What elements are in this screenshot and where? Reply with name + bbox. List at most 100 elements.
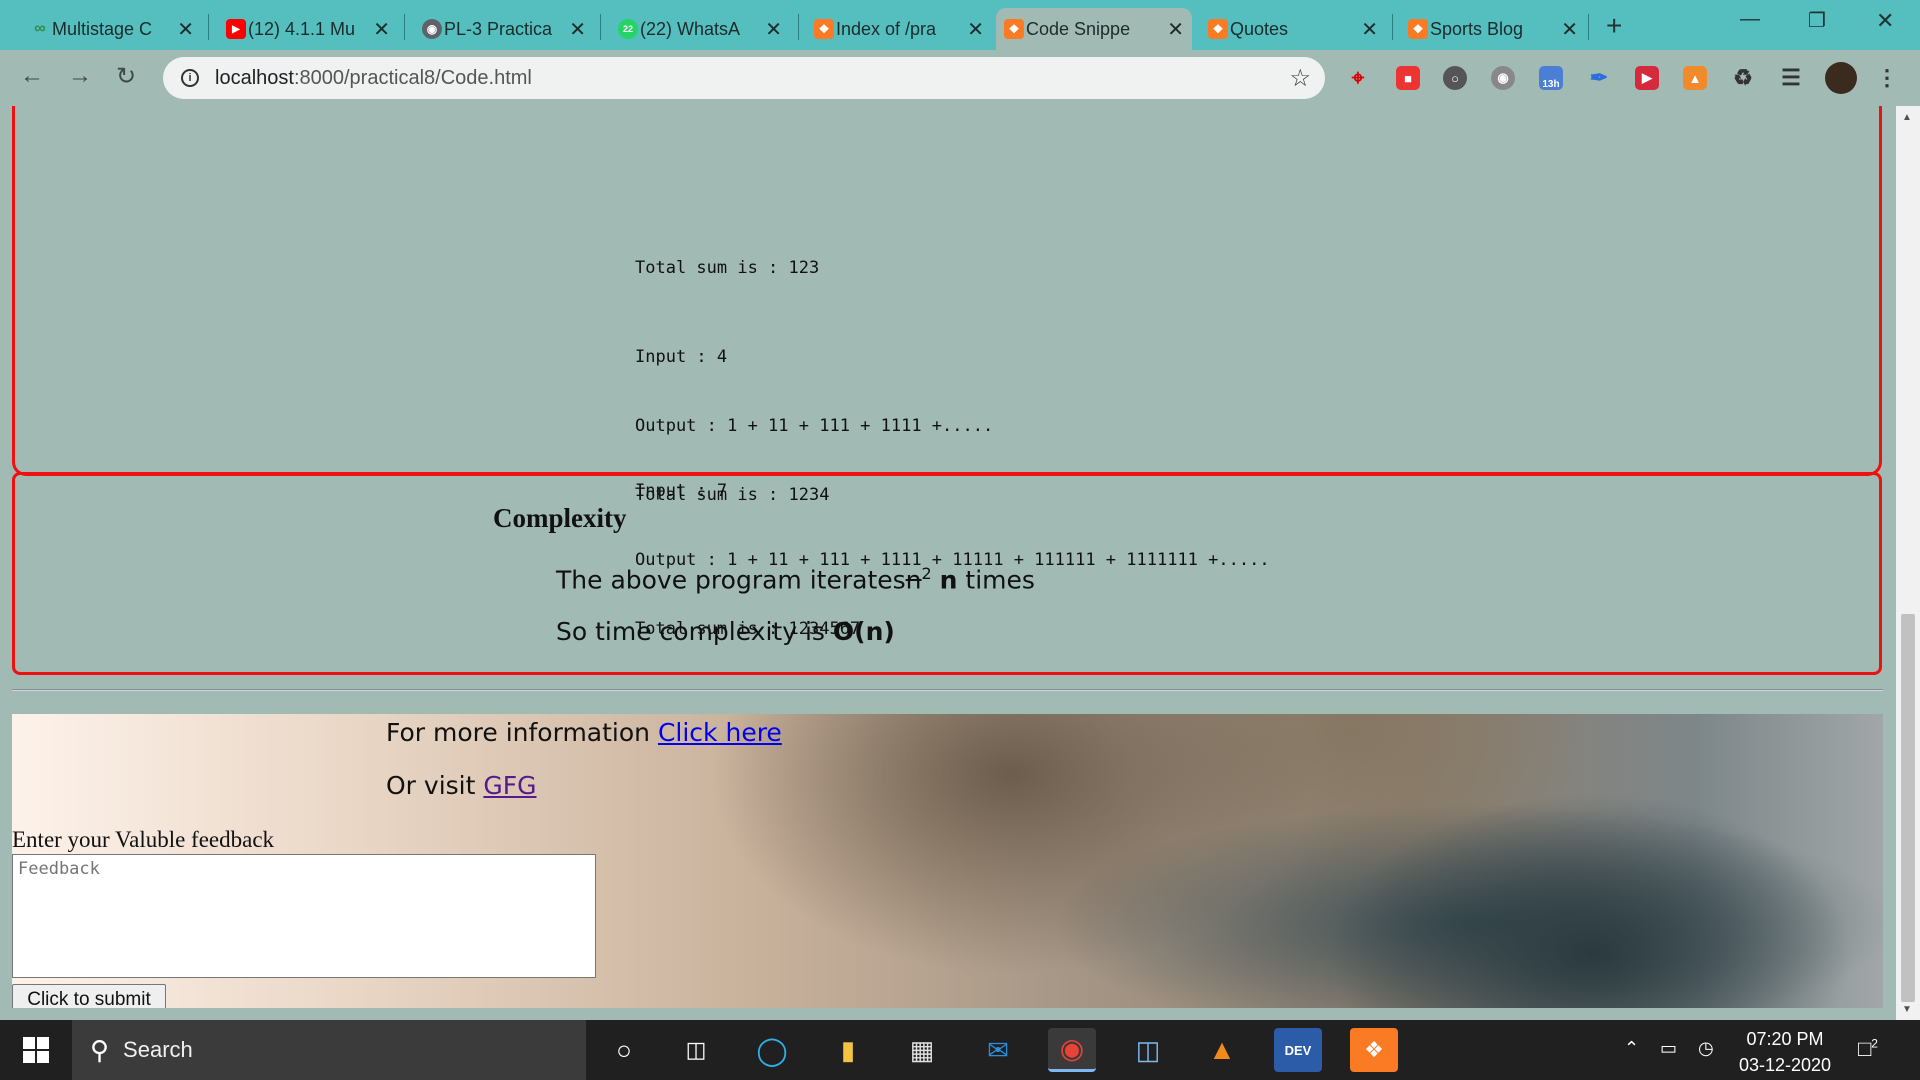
close-tab-icon[interactable]: ✕ [373, 17, 390, 42]
windows-taskbar: ⚲ Search ○ ◫ ◯ ▮ ▦ ✉ ◉ ◫ ▲ DEV ❖ ⌃ ▭ ◷ 0… [0, 1020, 1920, 1080]
skip-extension-icon[interactable]: ▶ [1635, 66, 1659, 90]
profile-avatar[interactable] [1825, 62, 1857, 94]
tab-pl3[interactable]: ◉ PL-3 Practica ✕ [414, 8, 594, 50]
browser-toolbar: ← → ↻ i localhost:8000/practical8/Code.h… [0, 50, 1920, 106]
bookmark-star-icon[interactable]: ☆ [1289, 64, 1311, 93]
search-placeholder: Search [123, 1037, 193, 1062]
new-tab-button[interactable]: + [1606, 10, 1622, 42]
globe-extension-icon[interactable]: ◉ [1491, 66, 1515, 90]
xampp-icon: ❖ [1208, 19, 1228, 39]
tab-label: (12) 4.1.1 Mu [248, 18, 356, 39]
wifi-extension-icon[interactable]: ⌖ [1346, 65, 1370, 90]
chrome-icon[interactable]: ◉ [1048, 1028, 1096, 1072]
complexity-line-2: So time complexity is O(n) [556, 617, 895, 646]
close-tab-icon[interactable]: ✕ [1561, 17, 1578, 42]
visit-line: Or visit GFG [386, 771, 537, 800]
tab-label: (22) WhatsA [640, 18, 741, 39]
close-tab-icon[interactable]: ✕ [177, 17, 194, 42]
scrollbar-thumb[interactable] [1901, 614, 1915, 1002]
tab-strip: ∞ Multistage C ✕ ▶ (12) 4.1.1 Mu ✕ ◉ PL-… [0, 0, 1920, 50]
devcpp-icon[interactable]: DEV [1274, 1028, 1322, 1072]
vlc-icon[interactable]: ▲ [1198, 1028, 1246, 1072]
tab-label: Quotes [1230, 18, 1289, 39]
scroll-down-arrow-icon[interactable]: ▼ [1902, 1004, 1912, 1015]
complexity-section: Complexity The above program iteratesn2 … [12, 472, 1882, 675]
tab-label: Index of /pra [836, 18, 937, 39]
tab-index[interactable]: ❖ Index of /pra ✕ [806, 8, 992, 50]
battery-icon[interactable]: ▭ [1660, 1038, 1677, 1059]
close-tab-icon[interactable]: ✕ [967, 17, 984, 42]
complexity-heading: Complexity [493, 503, 627, 533]
menu-kebab-icon[interactable]: ⋮ [1875, 65, 1899, 90]
more-info-line: For more information Click here [386, 718, 782, 747]
metamask-extension-icon[interactable]: ▲ [1683, 66, 1707, 90]
mail-icon[interactable]: ✉ [974, 1028, 1022, 1072]
xampp-taskbar-icon[interactable]: ❖ [1350, 1028, 1398, 1072]
show-hidden-icons-icon[interactable]: ⌃ [1624, 1038, 1639, 1059]
close-tab-icon[interactable]: ✕ [1167, 17, 1184, 42]
extensions-puzzle-icon[interactable]: ♻ [1731, 65, 1755, 90]
forward-icon[interactable]: → [68, 62, 92, 90]
reload-icon[interactable]: ↻ [116, 62, 136, 91]
code-line: Input : 4 [635, 347, 728, 367]
notification-center-icon[interactable]: □2 [1858, 1036, 1878, 1062]
xampp-icon: ❖ [1408, 19, 1428, 39]
horizontal-divider [12, 689, 1883, 691]
globe-icon: ◉ [422, 19, 442, 39]
feather-extension-icon[interactable]: ✒ [1587, 65, 1611, 90]
tab-quotes[interactable]: ❖ Quotes ✕ [1200, 8, 1386, 50]
video-extension-icon[interactable]: ■ [1396, 66, 1420, 90]
windows-start-icon[interactable] [0, 1020, 72, 1080]
feedback-textarea[interactable] [12, 854, 596, 978]
circle-extension-icon[interactable]: ○ [1443, 66, 1467, 90]
tab-label: PL-3 Practica [444, 18, 553, 39]
tab-code-snippet[interactable]: ❖ Code Snippe ✕ [996, 8, 1192, 50]
tab-sports-blog[interactable]: ❖ Sports Blog ✕ [1400, 8, 1586, 50]
task-view-icon[interactable]: ◫ [672, 1028, 720, 1072]
clock-date: 03-12-2020 [1738, 1055, 1832, 1075]
taskbar-clock[interactable]: 07:20 PM 03-12-2020 [1730, 1026, 1840, 1078]
tab-multistage[interactable]: ∞ Multistage C ✕ [22, 8, 202, 50]
page-viewport: Total sum is : 123 Input : 4 Output : 1 … [0, 106, 1920, 1020]
code-line: Total sum is : 123 [635, 258, 820, 278]
tab-whatsapp[interactable]: 22 (22) WhatsA ✕ [610, 8, 790, 50]
edge-browser-icon[interactable]: ◯ [748, 1028, 796, 1072]
submit-feedback-button[interactable]: Click to submit [12, 984, 166, 1008]
url-text[interactable]: localhost:8000/practical8/Code.html [215, 67, 532, 90]
close-tab-icon[interactable]: ✕ [765, 17, 782, 42]
footer-section: For more information Click here Or visit… [12, 714, 1883, 1008]
close-window-icon[interactable]: ✕ [1876, 8, 1894, 34]
cortana-icon[interactable]: ○ [600, 1028, 648, 1072]
complexity-line-1: The above program iteratesn2 n times [556, 564, 1035, 595]
this-pc-icon[interactable]: ◫ [1124, 1028, 1172, 1072]
youtube-icon: ▶ [226, 19, 246, 39]
code-example-box: Total sum is : 123 Input : 4 Output : 1 … [12, 106, 1882, 639]
site-info-icon[interactable]: i [181, 69, 199, 87]
restore-icon[interactable]: ❐ [1808, 8, 1826, 33]
tab-youtube[interactable]: ▶ (12) 4.1.1 Mu ✕ [218, 8, 398, 50]
minimize-icon[interactable]: — [1740, 8, 1760, 31]
click-here-link[interactable]: Click here [658, 718, 782, 747]
close-tab-icon[interactable]: ✕ [569, 17, 586, 42]
back-icon[interactable]: ← [20, 62, 44, 90]
close-tab-icon[interactable]: ✕ [1361, 17, 1378, 42]
xampp-icon: ❖ [1004, 19, 1024, 39]
xampp-icon: ❖ [814, 19, 834, 39]
media-queue-icon[interactable]: ☰ [1779, 65, 1803, 90]
search-icon: ⚲ [90, 1034, 110, 1065]
taskbar-search[interactable]: ⚲ Search [72, 1020, 586, 1080]
tab-label: Code Snippe [1026, 18, 1131, 39]
scroll-up-arrow-icon[interactable]: ▲ [1902, 112, 1912, 123]
file-explorer-icon[interactable]: ▮ [824, 1028, 872, 1072]
calendar-extension-icon[interactable]: 13h [1539, 66, 1563, 90]
address-bar[interactable]: i localhost:8000/practical8/Code.html ☆ [163, 57, 1325, 99]
tab-label: Sports Blog [1430, 18, 1524, 39]
gfg-link[interactable]: GFG [483, 771, 536, 800]
whatsapp-icon: 22 [618, 19, 638, 39]
vertical-scrollbar[interactable]: ▲ ▼ [1896, 106, 1920, 1020]
wifi-icon[interactable]: ◷ [1698, 1038, 1714, 1059]
tab-label: Multistage C [52, 18, 153, 39]
gfg-icon: ∞ [34, 20, 46, 37]
clock-time: 07:20 PM [1746, 1029, 1824, 1049]
store-icon[interactable]: ▦ [898, 1028, 946, 1072]
